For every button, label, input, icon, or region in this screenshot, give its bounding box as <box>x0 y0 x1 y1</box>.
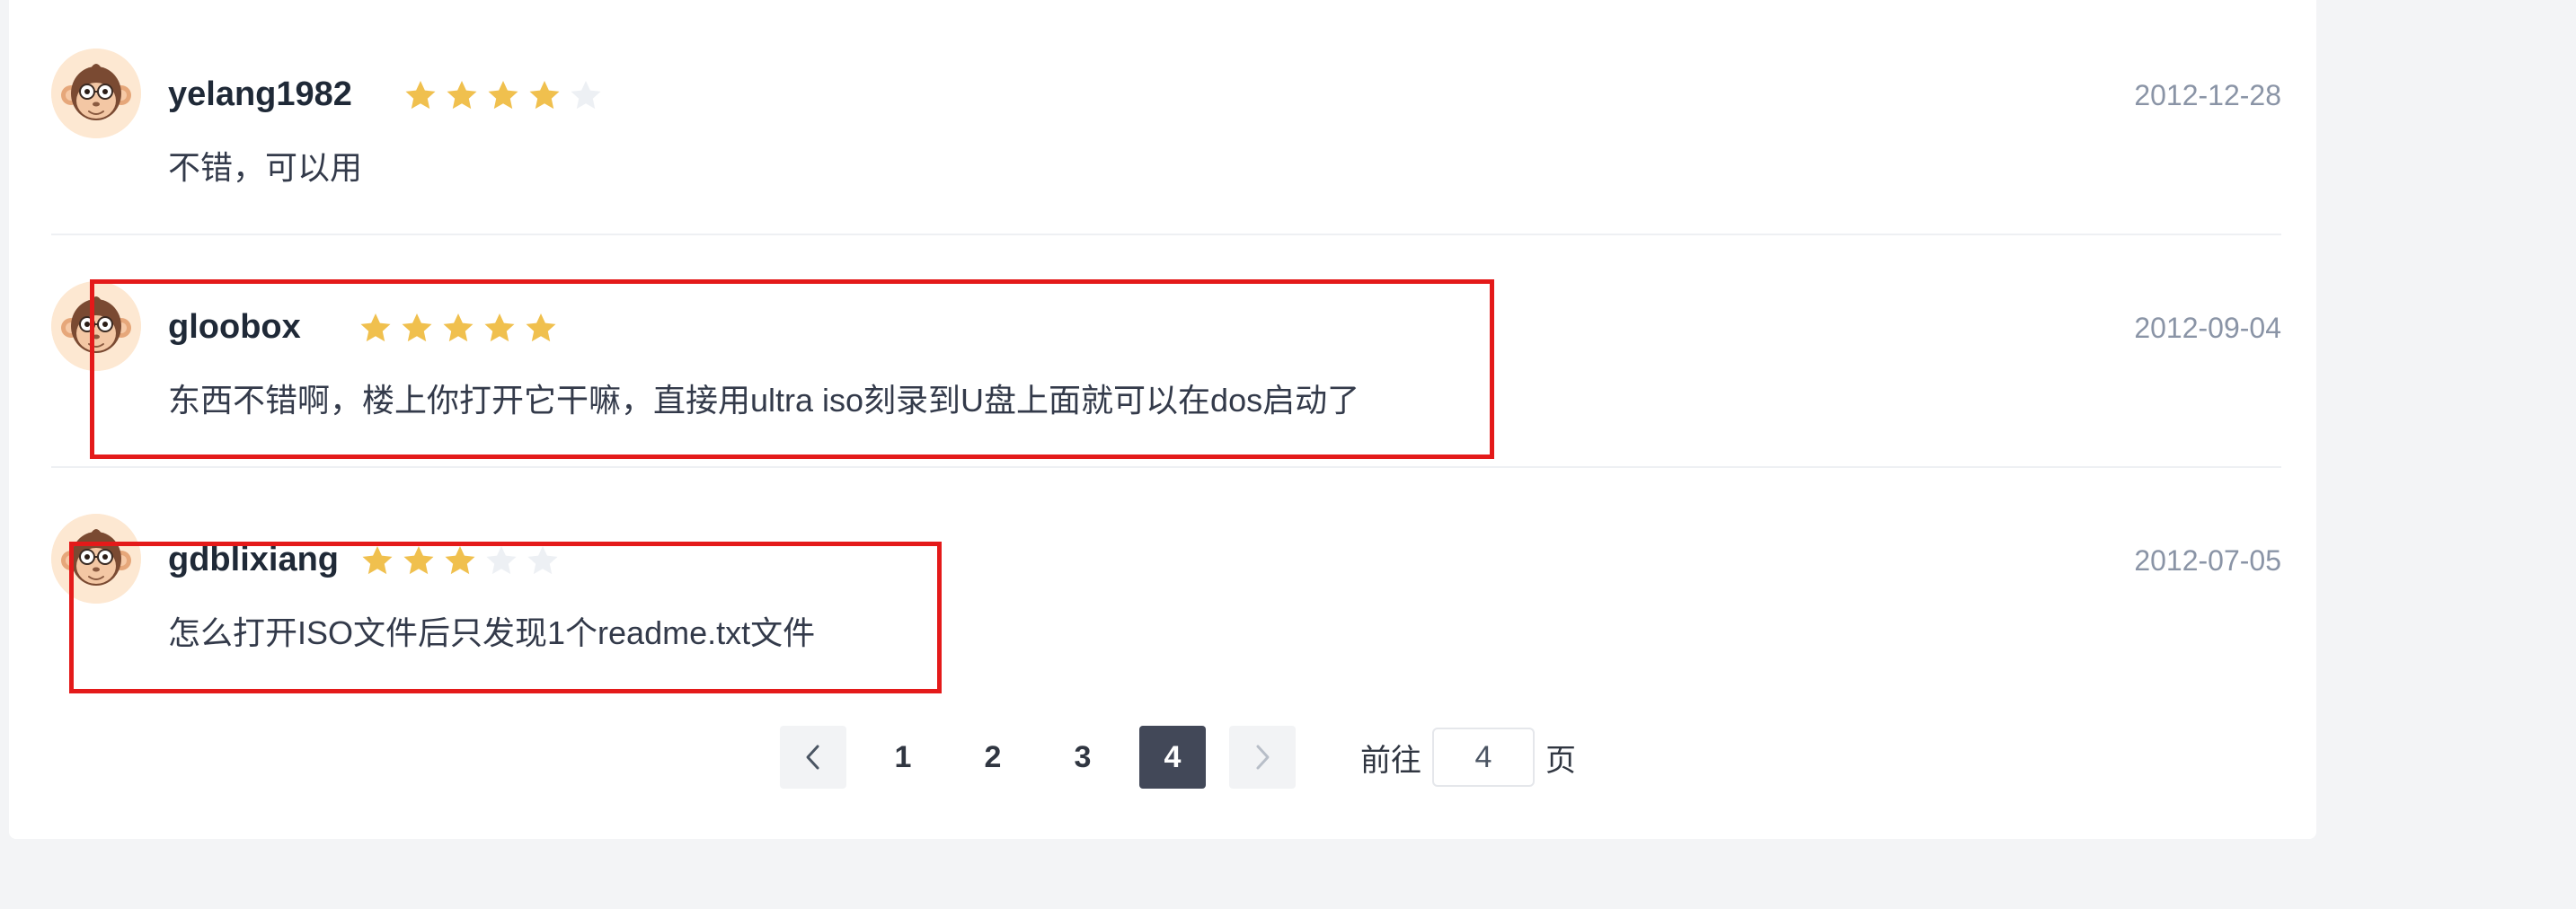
monkey-avatar-icon <box>51 49 141 138</box>
star-filled-icon <box>486 79 520 111</box>
star-filled-icon <box>403 79 438 111</box>
next-page-button[interactable] <box>1229 726 1296 789</box>
review-item: yelang1982 2012-12-28 不错，可以用 <box>51 49 2281 186</box>
page-suffix-label: 页 <box>1545 743 1576 778</box>
pagination: 1 2 3 4 前往 页 <box>780 726 1576 789</box>
review-date: 2012-07-05 <box>2134 544 2281 577</box>
page-number-2[interactable]: 2 <box>960 726 1026 789</box>
star-filled-icon <box>527 79 562 111</box>
page-number-3[interactable]: 3 <box>1049 726 1116 789</box>
review-username: yelang1982 <box>168 75 352 113</box>
review-date: 2012-09-04 <box>2134 312 2281 344</box>
star-filled-icon <box>445 79 479 111</box>
review-content: 不错，可以用 <box>168 149 363 186</box>
goto-page-input[interactable] <box>1432 728 1535 787</box>
highlight-box <box>90 279 1494 459</box>
page-number-4-current[interactable]: 4 <box>1139 726 1206 789</box>
divider <box>51 234 2281 235</box>
chevron-left-icon <box>806 745 819 770</box>
goto-label: 前往 <box>1360 743 1421 778</box>
page-number-1[interactable]: 1 <box>870 726 936 789</box>
highlight-box <box>69 542 942 693</box>
star-empty-icon <box>569 79 603 111</box>
divider <box>51 466 2281 468</box>
star-rating <box>403 79 603 111</box>
prev-page-button[interactable] <box>780 726 846 789</box>
chevron-right-icon <box>1256 745 1270 770</box>
review-date: 2012-12-28 <box>2134 79 2281 111</box>
